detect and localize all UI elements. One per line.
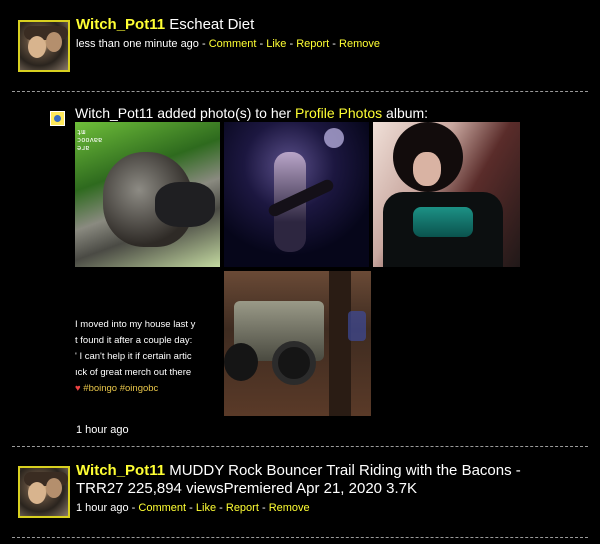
like-link[interactable]: Like xyxy=(266,38,286,50)
post-text: Escheat Diet xyxy=(169,16,255,33)
album-icon xyxy=(50,111,65,126)
photo-text: I moved into my house last y t found it … xyxy=(75,319,196,394)
album-link[interactable]: Profile Photos xyxy=(295,105,382,121)
photo-thumbnail-1[interactable]: ʇɯ ɔooʌɐɐ ǝɹɐ xyxy=(75,122,220,267)
post-text-line-2: TRR27 225,894 viewsPremiered Apr 21, 202… xyxy=(76,480,418,497)
post-divider xyxy=(12,91,588,92)
remove-link[interactable]: Remove xyxy=(269,502,310,514)
album-prefix: Witch_Pot11 added photo(s) to her xyxy=(75,105,292,121)
username-link[interactable]: Witch_Pot11 xyxy=(76,16,165,33)
timestamp: 1 hour ago xyxy=(76,502,129,514)
user-avatar[interactable] xyxy=(18,20,70,72)
album-heading: Witch_Pot11 added photo(s) to her Profil… xyxy=(75,104,428,122)
photo-thumbnail-2[interactable] xyxy=(224,122,369,267)
comment-link[interactable]: Comment xyxy=(138,502,186,514)
username-link[interactable]: Witch_Pot11 xyxy=(76,462,165,479)
timestamp: less than one minute ago xyxy=(76,38,199,50)
comment-link[interactable]: Comment xyxy=(209,38,257,50)
remove-link[interactable]: Remove xyxy=(339,38,380,50)
post-title: Witch_Pot11 Escheat Diet xyxy=(76,16,254,34)
album-timestamp: 1 hour ago xyxy=(76,424,129,436)
post-divider xyxy=(12,537,588,538)
post-meta: less than one minute ago - Comment - Lik… xyxy=(76,38,380,50)
post-title: Witch_Pot11 MUDDY Rock Bouncer Trail Rid… xyxy=(76,462,586,498)
album-suffix: album: xyxy=(386,105,429,121)
photo-caption: ʇɯ ɔooʌɐɐ ǝɹɐ xyxy=(77,128,103,152)
post-text: MUDDY Rock Bouncer Trail Riding with the… xyxy=(169,462,521,479)
user-avatar[interactable] xyxy=(18,466,70,518)
report-link[interactable]: Report xyxy=(296,38,329,50)
like-link[interactable]: Like xyxy=(196,502,216,514)
report-link[interactable]: Report xyxy=(226,502,259,514)
post-meta: 1 hour ago - Comment - Like - Report - R… xyxy=(76,502,310,514)
photo-thumbnail-4[interactable]: I moved into my house last y t found it … xyxy=(75,271,220,416)
post-divider xyxy=(12,446,588,447)
photo-thumbnail-3[interactable] xyxy=(373,122,520,267)
photo-thumbnail-5[interactable] xyxy=(224,271,371,416)
